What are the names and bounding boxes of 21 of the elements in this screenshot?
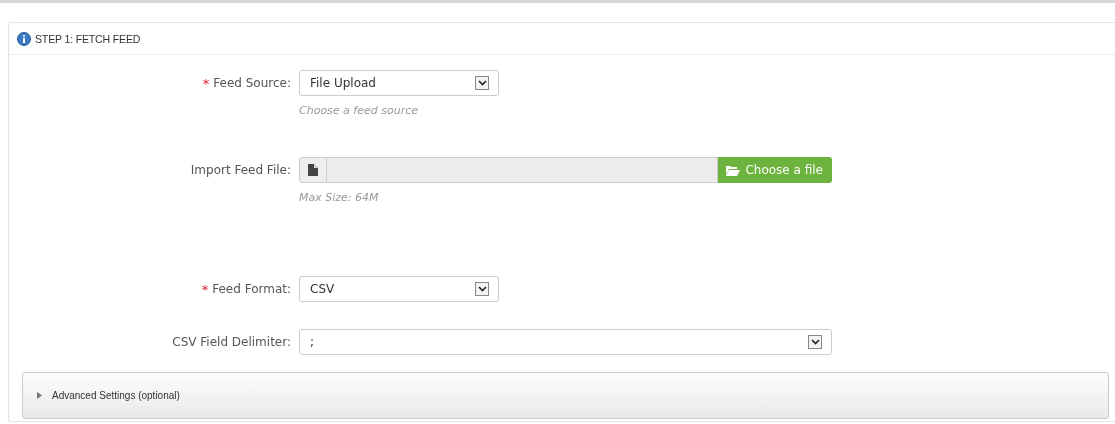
caret-icon: [36, 392, 42, 399]
file-path-field[interactable]: [327, 157, 719, 183]
help-text: Choose a feed source: [299, 104, 419, 117]
field-label: CSV Field Delimiter:: [172, 335, 291, 349]
required-mark: *: [202, 75, 210, 91]
help-text: Max Size: 64M: [299, 191, 380, 204]
required-mark: *: [201, 281, 209, 297]
field-label: Feed Source:: [213, 76, 291, 90]
dropdown-icon: [475, 282, 489, 296]
dropdown-icon: [808, 335, 822, 349]
select-field[interactable]: File Upload: [299, 70, 499, 96]
document-icon: [308, 164, 318, 176]
select-field[interactable]: CSV: [299, 276, 499, 302]
advanced-settings-bar[interactable]: Advanced Settings (optional): [22, 372, 1109, 419]
info-icon: [17, 31, 31, 46]
field-label: Feed Format:: [212, 282, 291, 296]
field-label: Import Feed File:: [190, 163, 291, 177]
folder-icon: [726, 164, 741, 176]
panel-title: STEP 1: FETCH FEED: [35, 32, 141, 45]
select-field[interactable]: ;: [299, 329, 832, 355]
dropdown-icon: [475, 76, 489, 90]
